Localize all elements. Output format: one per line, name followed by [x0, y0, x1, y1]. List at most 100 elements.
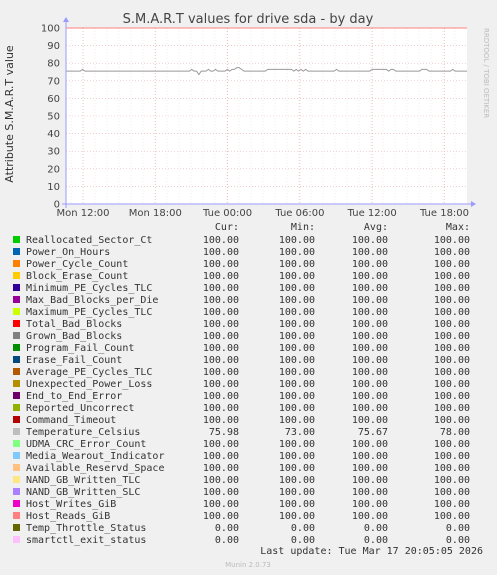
y-tick-label: 80 — [47, 59, 60, 70]
legend-value: 100.00 — [352, 403, 388, 414]
legend: Cur: Min: Avg: Max: Reallocated_Sector_Ct 100… — [13, 222, 470, 546]
legend-value: 100.00 — [434, 331, 470, 342]
y-axis-label: Attribute S.M.A.R.T value — [3, 45, 16, 183]
legend-value: 100.00 — [279, 439, 315, 450]
y-tick-label: 20 — [47, 164, 60, 175]
legend-value: 100.00 — [203, 379, 239, 390]
legend-swatch — [13, 296, 20, 303]
legend-label: NAND_GB_Written_SLC — [26, 487, 140, 498]
legend-value: 0.00 — [446, 535, 470, 546]
legend-value: 100.00 — [203, 355, 239, 366]
legend-value: 100.00 — [434, 379, 470, 390]
legend-value: 100.00 — [279, 367, 315, 378]
legend-swatch — [13, 488, 20, 495]
y-tick-label: 60 — [47, 94, 60, 105]
legend-swatch — [13, 272, 20, 279]
legend-value: 100.00 — [352, 247, 388, 258]
legend-value: 100.00 — [352, 283, 388, 294]
legend-label: Command_Timeout — [26, 415, 116, 426]
chart: S.M.A.R.T values for drive sda - by day … — [3, 12, 490, 569]
legend-swatch — [13, 344, 20, 351]
legend-value: 0.00 — [364, 535, 388, 546]
legend-value: 100.00 — [434, 343, 470, 354]
legend-swatch — [13, 260, 20, 267]
legend-swatch — [13, 512, 20, 519]
legend-value: 100.00 — [279, 355, 315, 366]
legend-swatch — [13, 428, 20, 435]
legend-value: 100.00 — [279, 259, 315, 270]
legend-value: 100.00 — [434, 475, 470, 486]
last-update: Last update: Tue Mar 17 20:05:05 2026 — [260, 546, 483, 557]
legend-swatch — [13, 392, 20, 399]
legend-value: 100.00 — [434, 355, 470, 366]
y-tick-label: 90 — [47, 41, 60, 52]
legend-value: 100.00 — [434, 235, 470, 246]
legend-value: 100.00 — [434, 295, 470, 306]
legend-value: 100.00 — [434, 415, 470, 426]
legend-value: 100.00 — [279, 271, 315, 282]
legend-swatch — [13, 236, 20, 243]
legend-label: Temperature_Celsius — [26, 427, 140, 438]
legend-value: 100.00 — [203, 259, 239, 270]
legend-label: End_to_End_Error — [26, 391, 122, 402]
legend-value: 100.00 — [352, 319, 388, 330]
legend-value: 0.00 — [215, 535, 239, 546]
legend-value: 100.00 — [434, 319, 470, 330]
legend-value: 100.00 — [279, 379, 315, 390]
rrdtool-label: RRDTOOL / TOBI OETIKER — [482, 28, 490, 118]
legend-label: Minimum_PE_Cycles_TLC — [26, 283, 152, 294]
legend-value: 100.00 — [279, 295, 315, 306]
legend-swatch — [13, 524, 20, 531]
legend-value: 75.67 — [358, 427, 388, 438]
legend-label: Program_Fail_Count — [26, 343, 134, 354]
legend-value: 100.00 — [203, 439, 239, 450]
legend-value: 100.00 — [352, 475, 388, 486]
legend-value: 100.00 — [352, 379, 388, 390]
legend-value: 100.00 — [434, 247, 470, 258]
y-tick-label: 100 — [41, 24, 60, 35]
legend-value: 100.00 — [352, 487, 388, 498]
legend-label: Available_Reservd_Space — [26, 463, 164, 474]
legend-swatch — [13, 380, 20, 387]
legend-label: Media_Wearout_Indicator — [26, 451, 164, 462]
legend-value: 78.00 — [440, 427, 470, 438]
y-axis-arrow — [63, 17, 69, 22]
legend-value: 100.00 — [352, 355, 388, 366]
legend-swatch — [13, 452, 20, 459]
legend-value: 100.00 — [203, 487, 239, 498]
legend-value: 100.00 — [203, 295, 239, 306]
legend-value: 100.00 — [203, 415, 239, 426]
legend-swatch — [13, 308, 20, 315]
legend-label: Reported_Uncorrect — [26, 403, 134, 414]
legend-value: 100.00 — [352, 295, 388, 306]
y-tick-label: 50 — [47, 112, 60, 123]
legend-value: 100.00 — [279, 511, 315, 522]
legend-value: 100.00 — [434, 451, 470, 462]
legend-value: 100.00 — [203, 499, 239, 510]
legend-header: Avg: — [364, 222, 388, 233]
x-tick-label: Tue 06:00 — [274, 208, 324, 219]
legend-swatch — [13, 332, 20, 339]
legend-label: smartctl_exit_status — [26, 535, 146, 546]
x-tick-label: Mon 12:00 — [56, 208, 109, 219]
legend-value: 100.00 — [352, 331, 388, 342]
legend-value: 100.00 — [434, 283, 470, 294]
legend-value: 100.00 — [434, 403, 470, 414]
legend-value: 100.00 — [279, 331, 315, 342]
legend-value: 100.00 — [203, 331, 239, 342]
legend-value: 100.00 — [279, 415, 315, 426]
legend-value: 100.00 — [352, 463, 388, 474]
legend-value: 0.00 — [364, 523, 388, 534]
legend-label: Maximum_PE_Cycles_TLC — [26, 307, 152, 318]
legend-value: 100.00 — [434, 499, 470, 510]
legend-label: UDMA_CRC_Error_Count — [26, 439, 146, 450]
legend-swatch — [13, 440, 20, 447]
legend-value: 100.00 — [203, 247, 239, 258]
y-tick-label: 10 — [47, 182, 60, 193]
legend-value: 100.00 — [203, 343, 239, 354]
legend-header: Max: — [446, 222, 470, 233]
legend-value: 75.98 — [209, 427, 239, 438]
legend-label: Erase_Fail_Count — [26, 355, 122, 366]
legend-value: 100.00 — [203, 271, 239, 282]
legend-value: 100.00 — [434, 307, 470, 318]
